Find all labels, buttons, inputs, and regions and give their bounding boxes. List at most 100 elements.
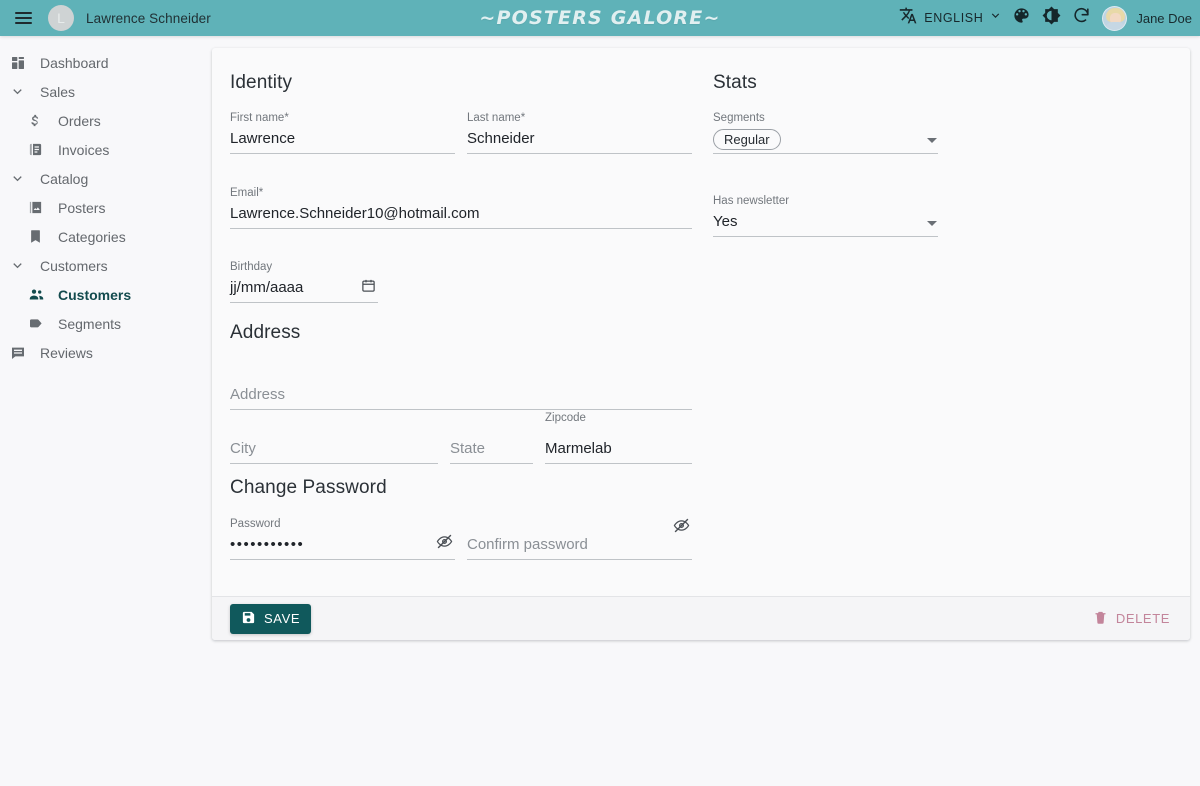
address-field[interactable]: Address <box>230 368 692 410</box>
trash-icon <box>1093 610 1108 628</box>
brand-logo-text: ~POSTERS GALORE~ <box>479 7 720 29</box>
dark-mode-button[interactable] <box>1036 3 1066 33</box>
confirm-password-input[interactable]: Confirm password <box>467 536 588 554</box>
address-input[interactable]: Address <box>230 386 285 404</box>
sidebar-item-label: Categories <box>58 229 126 245</box>
calendar-icon[interactable] <box>361 278 376 298</box>
sidebar-item-customers[interactable]: Customers <box>0 280 212 309</box>
newsletter-field[interactable]: Has newsletter Yes <box>713 195 938 237</box>
translate-icon <box>899 6 918 30</box>
chevron-down-icon <box>989 9 1002 27</box>
form-toolbar: SAVE DELETE <box>212 596 1190 640</box>
segments-label: Segments <box>713 112 765 124</box>
people-icon <box>28 286 50 303</box>
address-heading: Address <box>230 322 300 344</box>
delete-button[interactable]: DELETE <box>1081 604 1182 634</box>
password-field[interactable]: Password ••••••••••• <box>230 518 455 560</box>
newsletter-label: Has newsletter <box>713 195 789 207</box>
birthday-label: Birthday <box>230 261 272 273</box>
city-field[interactable]: City <box>230 422 438 464</box>
refresh-icon <box>1072 6 1091 30</box>
first-name-label: First name* <box>230 112 289 124</box>
first-name-field[interactable]: First name* Lawrence <box>230 112 455 154</box>
dropdown-caret-icon[interactable] <box>927 221 937 226</box>
last-name-label: Last name* <box>467 112 525 124</box>
app-bar: L Lawrence Schneider ~POSTERS GALORE~ EN… <box>0 0 1200 36</box>
record-title: Lawrence Schneider <box>86 11 211 26</box>
invoice-icon <box>28 142 50 157</box>
confirm-password-field[interactable]: Confirm password <box>467 518 692 560</box>
hamburger-menu-icon[interactable] <box>6 1 40 35</box>
segment-chip[interactable]: Regular <box>713 129 781 150</box>
segments-field[interactable]: Segments Regular <box>713 112 938 154</box>
stats-heading: Stats <box>713 72 757 94</box>
eye-off-icon[interactable] <box>436 533 453 555</box>
change-password-heading: Change Password <box>230 477 387 499</box>
birthday-field[interactable]: Birthday jj/mm/aaaa <box>230 261 378 303</box>
dashboard-icon <box>10 55 32 71</box>
tag-icon <box>28 316 50 332</box>
password-label: Password <box>230 518 281 530</box>
sidebar-item-label: Customers <box>58 287 131 303</box>
sidebar-item-posters[interactable]: Posters <box>0 193 212 222</box>
app-bar-actions: ENGLISH <box>895 2 1200 34</box>
state-input[interactable]: State <box>450 440 485 458</box>
palette-icon <box>1012 6 1031 30</box>
record-avatar: L <box>48 5 74 31</box>
sidebar-item-label: Dashboard <box>40 55 109 71</box>
last-name-input[interactable]: Schneider <box>467 130 535 148</box>
sidebar-item-label: Posters <box>58 200 105 216</box>
sidebar-item-invoices[interactable]: Invoices <box>0 135 212 164</box>
theme-button[interactable] <box>1006 3 1036 33</box>
sidebar-item-label: Catalog <box>40 171 88 187</box>
zipcode-label: Zipcode <box>545 412 586 424</box>
comment-icon <box>10 345 32 361</box>
email-field[interactable]: Email* Lawrence.Schneider10@hotmail.com <box>230 187 692 229</box>
save-button[interactable]: SAVE <box>230 604 311 634</box>
sidebar-group-catalog[interactable]: Catalog <box>0 164 212 193</box>
account-name: Jane Doe <box>1136 11 1192 26</box>
sidebar-item-segments[interactable]: Segments <box>0 309 212 338</box>
save-floppy-icon <box>241 610 256 628</box>
dropdown-caret-icon[interactable] <box>927 138 937 143</box>
identity-heading: Identity <box>230 72 292 94</box>
state-field[interactable]: State <box>450 422 533 464</box>
bookmark-icon <box>28 229 50 244</box>
language-selector[interactable]: ENGLISH <box>895 2 1006 34</box>
sidebar-item-reviews[interactable]: Reviews <box>0 338 212 367</box>
last-name-field[interactable]: Last name* Schneider <box>467 112 692 154</box>
password-input[interactable]: ••••••••••• <box>230 536 304 554</box>
brightness-contrast-icon <box>1042 6 1061 30</box>
chevron-down-icon <box>10 258 32 273</box>
customer-edit-card: Identity First name* Lawrence Last name*… <box>212 48 1190 640</box>
sidebar-item-orders[interactable]: Orders <box>0 106 212 135</box>
sidebar: Dashboard Sales Orders Invoices Catalog <box>0 36 212 786</box>
city-input[interactable]: City <box>230 440 256 458</box>
zipcode-input[interactable]: Marmelab <box>545 440 612 458</box>
sidebar-item-label: Invoices <box>58 142 109 158</box>
sidebar-item-label: Sales <box>40 84 75 100</box>
customer-edit-form: Identity First name* Lawrence Last name*… <box>212 48 1190 596</box>
sidebar-item-label: Reviews <box>40 345 93 361</box>
chevron-down-icon <box>10 84 32 99</box>
delete-button-label: DELETE <box>1116 611 1170 626</box>
sidebar-item-dashboard[interactable]: Dashboard <box>0 48 212 77</box>
sidebar-item-label: Segments <box>58 316 121 332</box>
birthday-input[interactable]: jj/mm/aaaa <box>230 279 303 297</box>
language-label: ENGLISH <box>924 11 983 25</box>
save-button-label: SAVE <box>264 611 300 626</box>
zipcode-field[interactable]: Zipcode Marmelab <box>545 412 692 464</box>
dollar-icon <box>28 113 50 128</box>
first-name-input[interactable]: Lawrence <box>230 130 295 148</box>
sidebar-item-label: Orders <box>58 113 101 129</box>
avatar[interactable] <box>1102 6 1127 31</box>
refresh-button[interactable] <box>1066 3 1096 33</box>
eye-off-icon[interactable] <box>673 517 690 539</box>
email-label: Email* <box>230 187 263 199</box>
sidebar-item-categories[interactable]: Categories <box>0 222 212 251</box>
chevron-down-icon <box>10 171 32 186</box>
email-input[interactable]: Lawrence.Schneider10@hotmail.com <box>230 205 480 223</box>
newsletter-value[interactable]: Yes <box>713 213 737 231</box>
sidebar-group-sales[interactable]: Sales <box>0 77 212 106</box>
sidebar-group-customers[interactable]: Customers <box>0 251 212 280</box>
